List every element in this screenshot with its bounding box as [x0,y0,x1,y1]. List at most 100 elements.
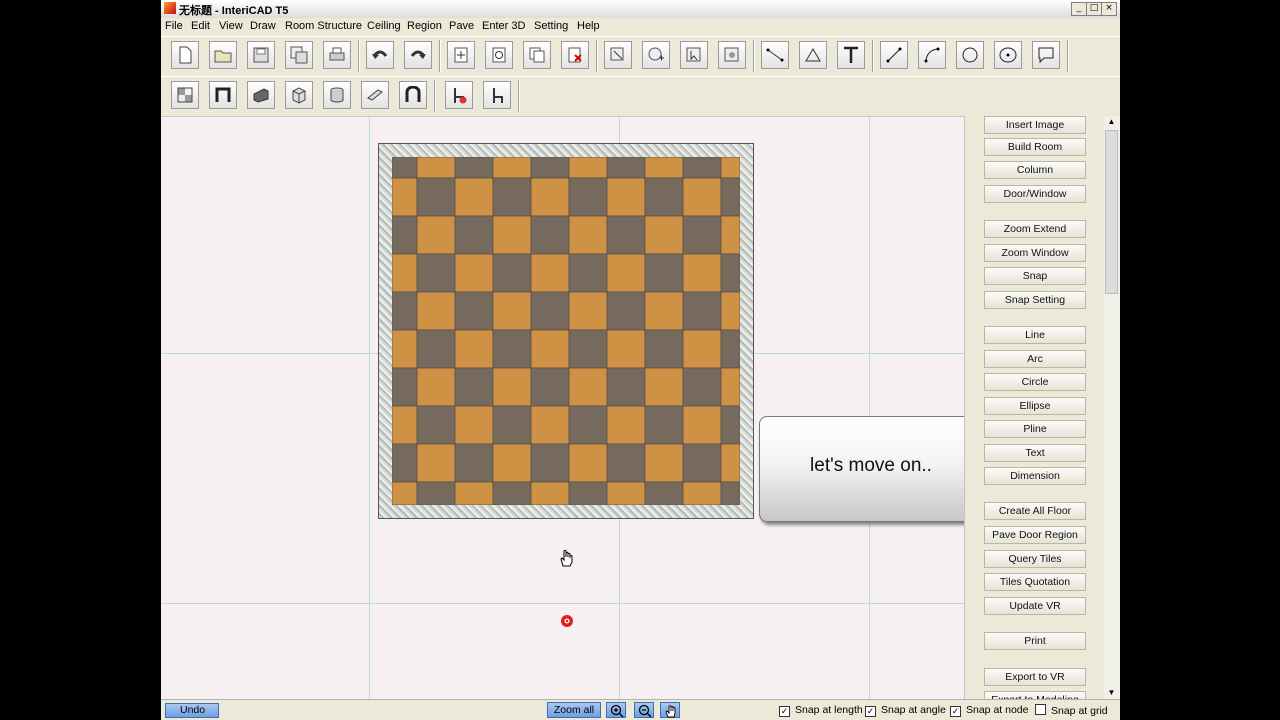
orange-tile [606,177,646,217]
zoom-in-icon[interactable] [606,702,626,718]
menu-view[interactable]: View [219,20,243,32]
door-window-button[interactable]: Door/Window [984,185,1086,203]
rotate-icon[interactable] [485,41,513,69]
circle-button[interactable]: Circle [984,373,1086,391]
orange-tile [492,291,532,331]
furniture-chair-icon[interactable] [445,81,473,109]
hand-cursor-icon [560,549,573,567]
snap-at-angle-checkbox[interactable]: ✓ Snap at angle [865,704,946,717]
text-button[interactable]: Text [984,444,1086,462]
measure-line-icon[interactable] [761,41,789,69]
delete-icon[interactable] [561,41,589,69]
arc-button[interactable]: Arc [984,350,1086,368]
zoom-window-button[interactable]: Zoom Window [984,244,1086,262]
circle-icon[interactable] [956,41,984,69]
brown-tile [530,443,570,483]
door-frame-icon[interactable] [209,81,237,109]
snap-setting-button[interactable]: Snap Setting [984,291,1086,309]
move-icon[interactable] [447,41,475,69]
orbit-icon[interactable] [718,41,746,69]
column-button[interactable]: Column [984,161,1086,179]
brown-tile [720,177,740,217]
text-icon[interactable] [837,41,865,69]
arc-icon[interactable] [918,41,946,69]
redo-icon[interactable] [404,41,432,69]
callout-icon[interactable] [1032,41,1060,69]
cylinder-icon[interactable] [323,81,351,109]
scroll-down-arrow-icon[interactable]: ▼ [1105,687,1118,699]
brown-tile [682,215,722,255]
maximize-button[interactable]: □ [1086,2,1102,16]
brown-tile [392,291,418,331]
pave-door-region-button[interactable]: Pave Door Region [984,526,1086,544]
menu-region[interactable]: Region [407,20,442,32]
arch-door-icon[interactable] [399,81,427,109]
rect-zoom-icon[interactable] [604,41,632,69]
orange-tile [530,405,570,445]
menu-setting[interactable]: Setting [534,20,568,32]
ellipse-icon[interactable] [994,41,1022,69]
scroll-thumb[interactable] [1105,130,1118,294]
build-room-button[interactable]: Build Room [984,138,1086,156]
save-icon[interactable] [247,41,275,69]
zoom-extend-button[interactable]: Zoom Extend [984,220,1086,238]
zoom-out-icon[interactable] [634,702,654,718]
save-as-icon[interactable] [285,41,313,69]
chair-icon[interactable] [483,81,511,109]
menu-pave[interactable]: Pave [449,20,474,32]
export-to-vr-button[interactable]: Export to VR [984,668,1086,686]
box-icon[interactable] [285,81,313,109]
floor-pattern-icon[interactable] [171,81,199,109]
snap-at-node-checkbox[interactable]: ✓ Snap at node [950,704,1028,717]
wall-block-icon[interactable] [247,81,275,109]
pan-select-icon[interactable] [680,41,708,69]
beam-icon[interactable] [361,81,389,109]
snap-at-grid-checkbox[interactable]: Snap at grid [1035,704,1108,717]
new-file-icon[interactable] [171,41,199,69]
menu-help[interactable]: Help [577,20,600,32]
zoom-all-button[interactable]: Zoom all [547,702,601,718]
orange-tile [644,215,684,255]
tiles-quotation-button[interactable]: Tiles Quotation [984,573,1086,591]
line-button[interactable]: Line [984,326,1086,344]
orange-tile [682,405,722,445]
pan-hand-icon[interactable] [660,702,680,718]
snap-at-length-checkbox[interactable]: ✓ Snap at length [779,704,863,717]
ellipse-button[interactable]: Ellipse [984,397,1086,415]
orange-tile [416,443,456,483]
open-folder-icon[interactable] [209,41,237,69]
undo-icon[interactable] [366,41,394,69]
drawing-canvas[interactable]: let's move on.. [161,116,964,700]
undo-button[interactable]: Undo [165,703,219,718]
insert-image-button[interactable]: Insert Image [984,116,1086,134]
dimension-button[interactable]: Dimension [984,467,1086,485]
print-icon[interactable] [323,41,351,69]
line-icon[interactable] [880,41,908,69]
query-tiles-button[interactable]: Query Tiles [984,550,1086,568]
tiled-floor-plan[interactable] [378,143,754,519]
create-all-floor-button[interactable]: Create All Floor [984,502,1086,520]
menu-enter-3d[interactable]: Enter 3D [482,20,525,32]
brown-tile [454,291,494,331]
grid-line [161,603,964,604]
menu-ceiling[interactable]: Ceiling [367,20,401,32]
orange-tile [682,253,722,293]
pline-button[interactable]: Pline [984,420,1086,438]
scroll-up-arrow-icon[interactable]: ▲ [1105,116,1118,128]
menu-file[interactable]: File [165,20,183,32]
menu-edit[interactable]: Edit [191,20,210,32]
angle-icon[interactable] [799,41,827,69]
close-button[interactable]: × [1101,2,1117,16]
print-button[interactable]: Print [984,632,1086,650]
add-zoom-icon[interactable] [642,41,670,69]
minimize-button[interactable]: _ [1071,2,1087,16]
menu-room-structure[interactable]: Room Structure [285,20,362,32]
copy-icon[interactable] [523,41,551,69]
panel-scrollbar[interactable]: ▲ ▼ [1104,116,1120,699]
menu-draw[interactable]: Draw [250,20,276,32]
checkerboard-tiles [392,157,740,505]
snap-button[interactable]: Snap [984,267,1086,285]
update-vr-button[interactable]: Update VR [984,597,1086,615]
export-to-modeling-button[interactable]: Export to Modeling [984,691,1086,699]
orange-tile [606,329,646,369]
